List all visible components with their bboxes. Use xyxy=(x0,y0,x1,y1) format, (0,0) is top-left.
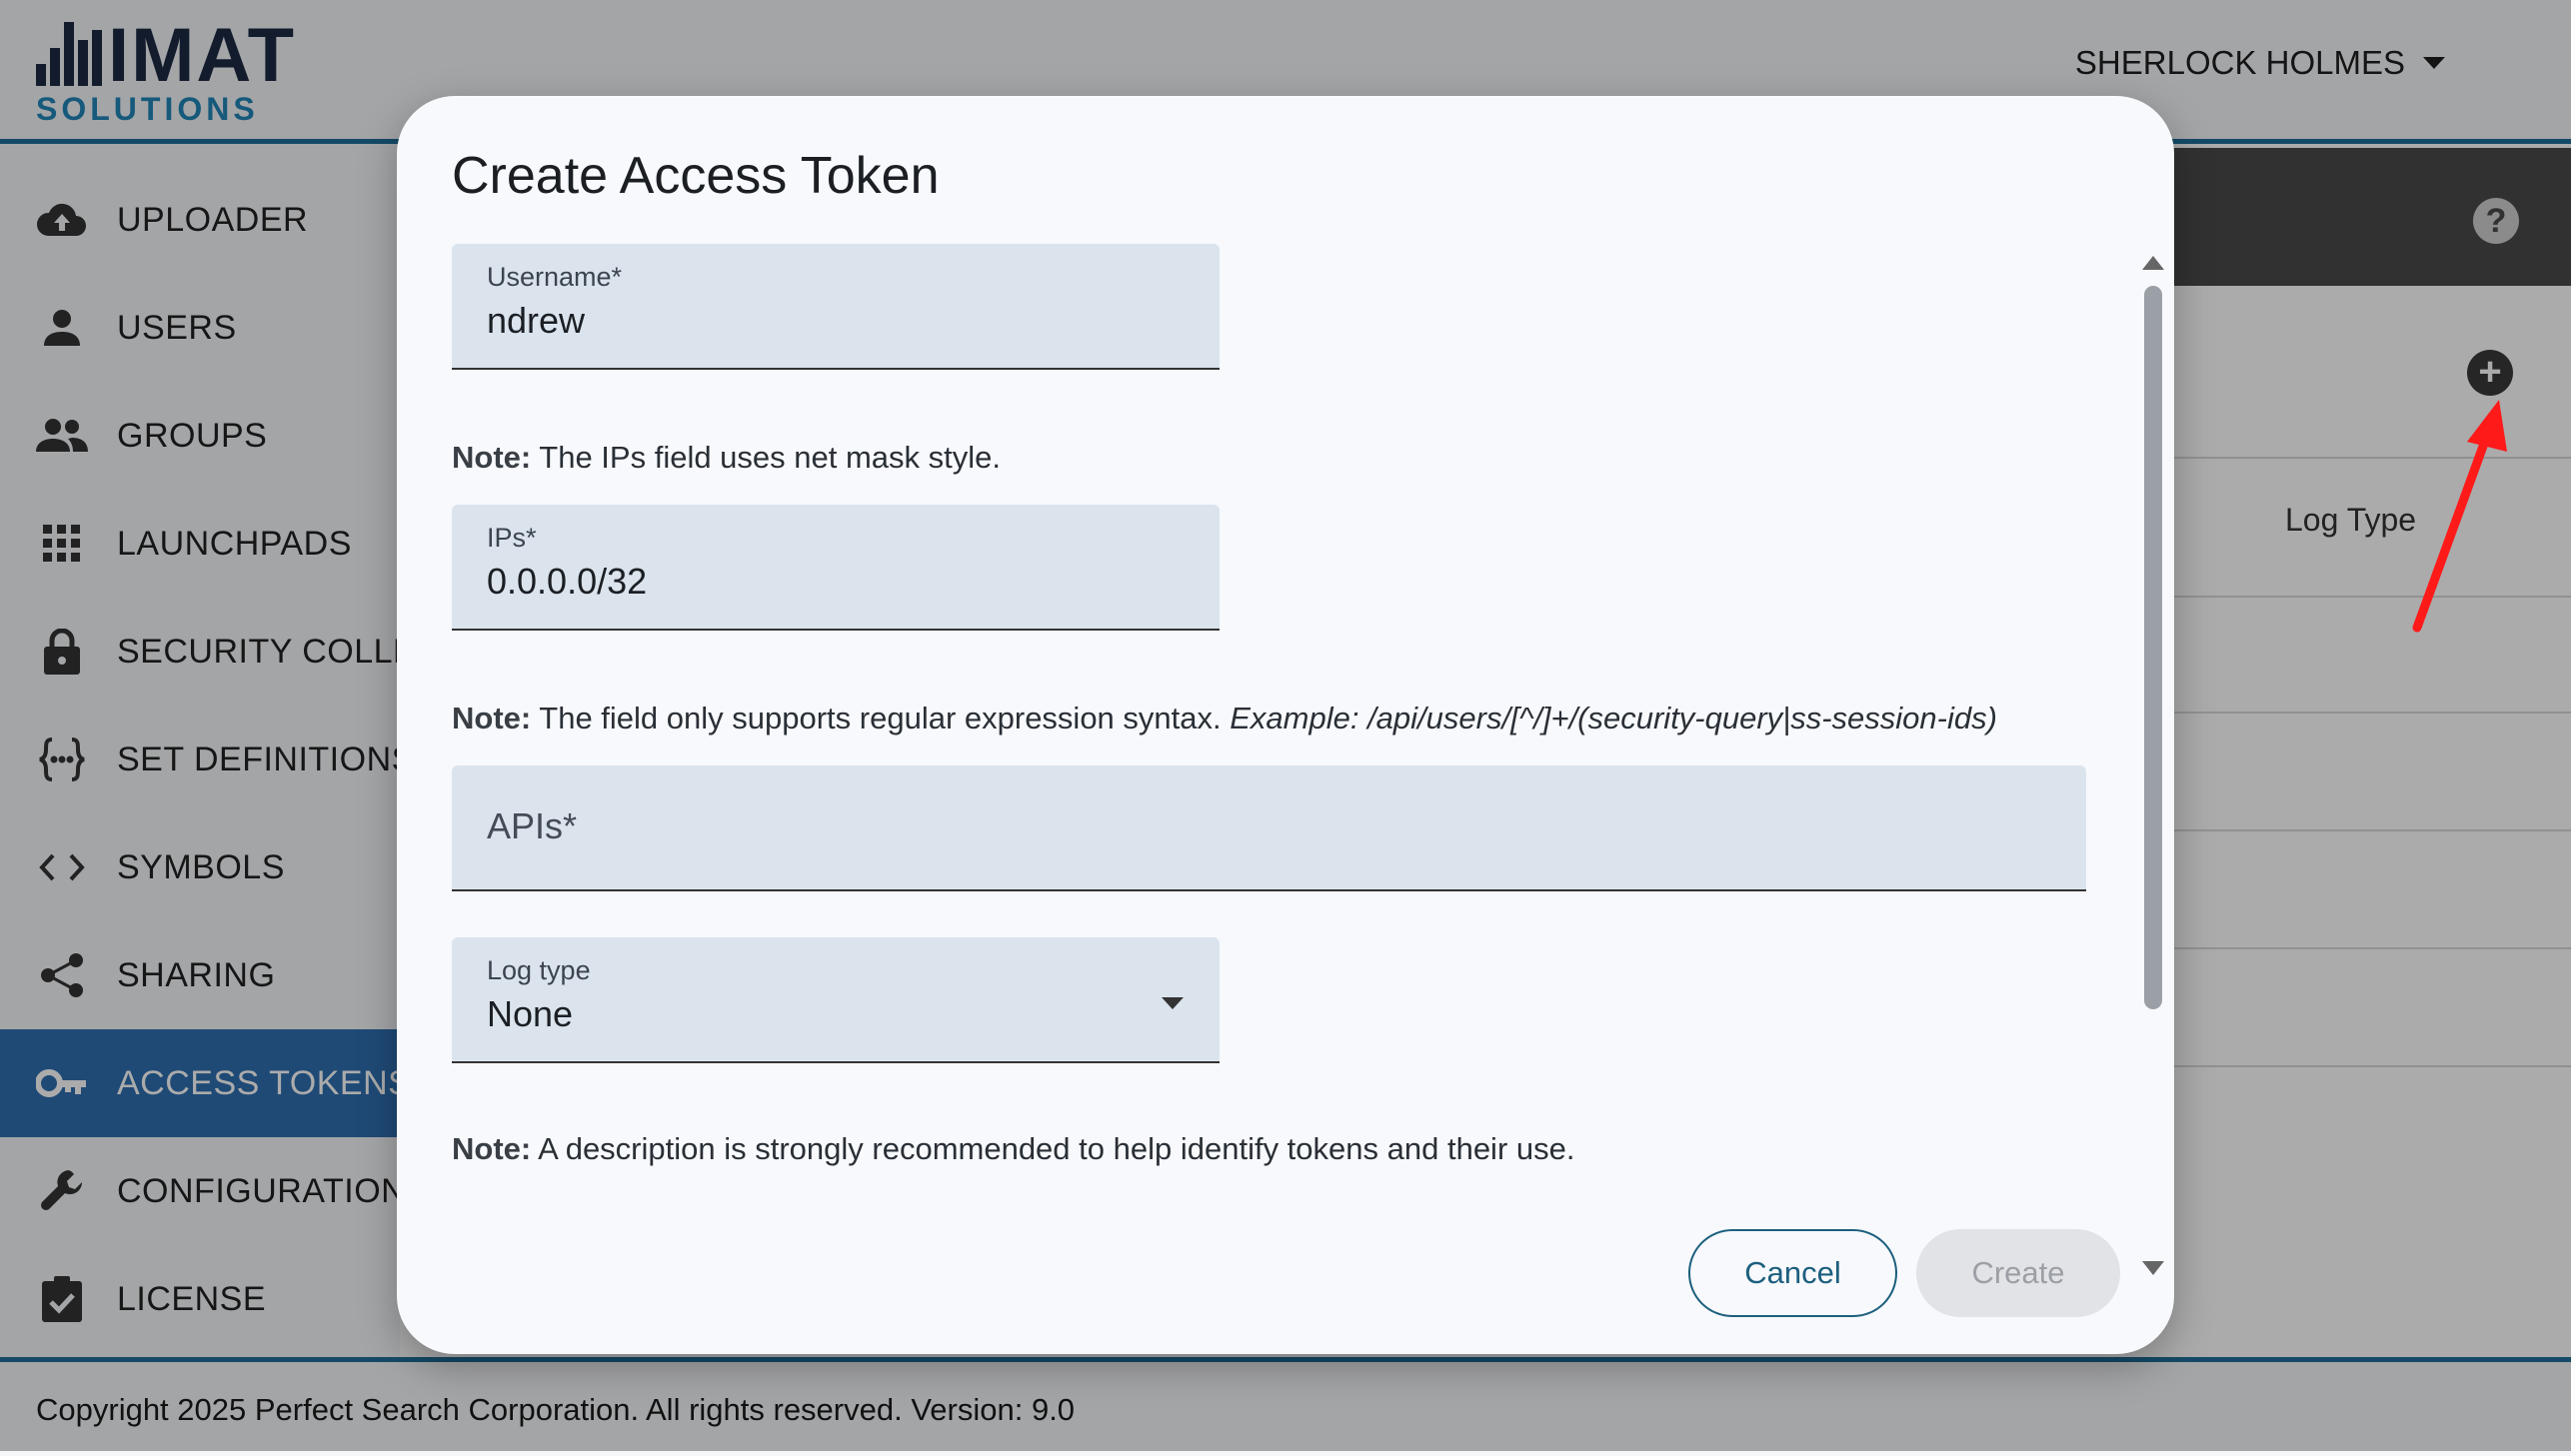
ips-label: IPs* xyxy=(487,523,537,553)
note-description-text: A description is strongly recommended to… xyxy=(531,1131,1575,1166)
log-type-select[interactable]: Log type None xyxy=(452,937,1220,1063)
apis-field[interactable]: APIs* xyxy=(452,765,2086,891)
note-apis-text: The field only supports regular expressi… xyxy=(531,701,1231,735)
scroll-up-arrow-icon[interactable] xyxy=(2142,256,2164,270)
scroll-thumb[interactable] xyxy=(2144,286,2162,1009)
username-field[interactable]: Username* xyxy=(452,244,1220,370)
username-input[interactable] xyxy=(487,300,1179,342)
cancel-button[interactable]: Cancel xyxy=(1688,1229,1897,1317)
dialog-body: Username* Note: The IPs field uses net m… xyxy=(397,244,2136,1263)
note-apis-example: Example: /api/users/[^/]+/(security-quer… xyxy=(1230,701,1997,735)
note-ips: Note: The IPs field uses net mask style. xyxy=(452,440,1001,476)
note-description-bold: Note: xyxy=(452,1131,532,1166)
dialog-scrollbar[interactable] xyxy=(2142,256,2164,1275)
log-type-label: Log type xyxy=(487,955,591,985)
apis-placeholder: APIs* xyxy=(487,805,578,846)
scroll-down-arrow-icon[interactable] xyxy=(2142,1261,2164,1275)
dropdown-arrow-icon xyxy=(1162,997,1184,1009)
create-button[interactable]: Create xyxy=(1916,1229,2120,1317)
note-description: Note: A description is strongly recommen… xyxy=(452,1131,1574,1167)
dialog-title: Create Access Token xyxy=(452,147,940,205)
ips-field[interactable]: IPs* xyxy=(452,505,1220,631)
note-ips-text: The IPs field uses net mask style. xyxy=(531,440,1002,475)
ips-input[interactable] xyxy=(487,561,1179,603)
annotation-arrow-icon xyxy=(2412,400,2507,633)
note-ips-bold: Note: xyxy=(452,440,532,475)
username-label: Username* xyxy=(487,262,623,292)
create-access-token-dialog: Create Access Token Username* Note: The … xyxy=(397,96,2174,1354)
note-apis: Note: The field only supports regular ex… xyxy=(452,701,1997,736)
log-type-value: None xyxy=(487,993,574,1034)
note-apis-bold: Note: xyxy=(452,701,532,735)
